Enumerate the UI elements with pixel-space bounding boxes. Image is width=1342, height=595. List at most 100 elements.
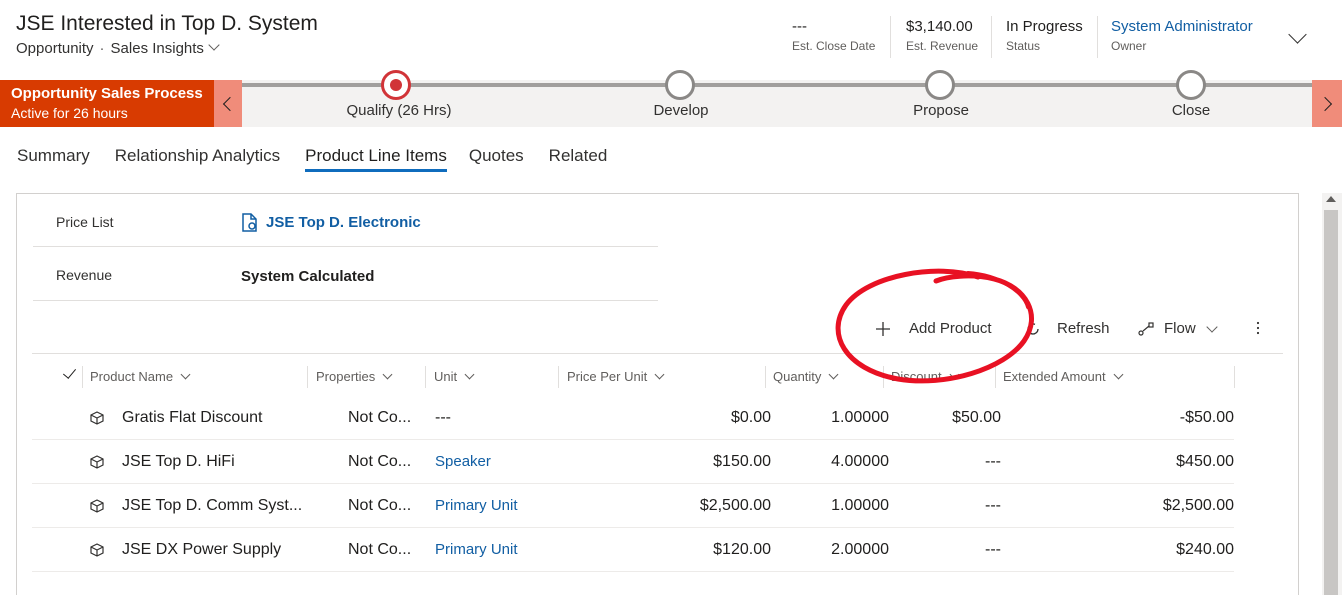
chevron-down-icon xyxy=(208,39,220,51)
tab-related[interactable]: Related xyxy=(549,146,608,172)
est-revenue-field: $3,140.00 Est. Revenue xyxy=(906,18,978,53)
table-row[interactable]: JSE Top D. Comm Syst... Not Co... Primary … xyxy=(32,484,1234,528)
product-name-cell[interactable]: JSE Top D. Comm Syst... xyxy=(122,497,302,515)
product-name-cell[interactable]: Gratis Flat Discount xyxy=(122,409,262,427)
stage-label-close[interactable]: Close xyxy=(1172,102,1210,119)
product-name-cell[interactable]: JSE Top D. HiFi xyxy=(122,453,235,471)
stage-node-qualify[interactable] xyxy=(381,70,411,100)
unit-cell[interactable]: Speaker xyxy=(435,453,491,470)
table-row[interactable]: JSE DX Power Supply Not Co... Primary Unit… xyxy=(32,528,1234,572)
unit-cell: --- xyxy=(435,409,451,426)
product-name-cell[interactable]: JSE DX Power Supply xyxy=(122,541,281,559)
process-name: Opportunity Sales Process xyxy=(11,85,203,102)
business-process-bar: Opportunity Sales Process Active for 26 … xyxy=(0,70,1342,127)
table-row[interactable]: JSE Top D. HiFi Not Co... Speaker $150.00 4.… xyxy=(32,440,1234,484)
process-flyout[interactable]: Opportunity Sales Process Active for 26 … xyxy=(0,80,214,127)
tab-product-line-items[interactable]: Product Line Items xyxy=(305,146,447,172)
refresh-label: Refresh xyxy=(1057,320,1110,337)
tab-summary[interactable]: Summary xyxy=(17,146,90,172)
properties-cell: Not Co... xyxy=(348,409,412,426)
stage-node-close[interactable] xyxy=(1176,70,1206,100)
process-prev-button[interactable] xyxy=(214,80,242,127)
column-label: Extended Amount xyxy=(1003,369,1106,384)
stage-label-propose[interactable]: Propose xyxy=(913,102,969,119)
stage-label-develop[interactable]: Develop xyxy=(653,102,708,119)
flow-button[interactable]: Flow xyxy=(1138,320,1220,337)
discount-cell: --- xyxy=(985,541,1001,558)
column-separator xyxy=(307,366,308,388)
product-cube-icon xyxy=(90,499,104,513)
record-header: JSE Interested in Top D. System Opportun… xyxy=(0,0,1342,80)
form-selector[interactable]: Sales Insights xyxy=(110,39,222,57)
revenue-row: Revenue System Calculated xyxy=(33,248,658,301)
price-list-label: Price List xyxy=(56,214,114,230)
chevron-down-icon xyxy=(382,369,393,380)
tab-relationship-analytics[interactable]: Relationship Analytics xyxy=(115,146,280,172)
est-close-date-label: Est. Close Date xyxy=(792,39,876,53)
select-all-checkmark-icon[interactable] xyxy=(62,365,77,379)
owner-link[interactable]: System Administrator xyxy=(1111,18,1253,35)
status-label: Status xyxy=(1006,39,1041,53)
price-list-link[interactable]: JSE Top D. Electronic xyxy=(241,213,421,232)
stage-node-develop[interactable] xyxy=(665,70,695,100)
est-close-date-value: --- xyxy=(792,18,807,35)
chevron-down-icon xyxy=(1206,320,1218,333)
revenue-value[interactable]: System Calculated xyxy=(241,268,374,285)
record-subtitle: Opportunity · Sales Insights xyxy=(16,39,222,57)
process-next-button[interactable] xyxy=(1312,80,1342,127)
est-revenue-value: $3,140.00 xyxy=(906,18,973,35)
est-revenue-label: Est. Revenue xyxy=(906,39,979,53)
refresh-button[interactable]: Refresh xyxy=(1025,320,1110,337)
quantity-cell: 4.00000 xyxy=(831,453,889,470)
product-cube-icon xyxy=(90,543,104,557)
column-separator xyxy=(995,366,996,388)
column-separator xyxy=(82,366,83,388)
owner-field: System Administrator Owner xyxy=(1111,18,1253,53)
column-header-extended-amount[interactable]: Extended Amount xyxy=(1003,369,1124,384)
divider xyxy=(890,16,891,58)
column-header-product-name[interactable]: Product Name xyxy=(90,369,191,384)
column-label: Properties xyxy=(316,369,376,384)
column-header-price-per-unit[interactable]: Price Per Unit xyxy=(567,369,665,384)
column-header-discount[interactable]: Discount xyxy=(891,369,960,384)
extended-amount-cell: $240.00 xyxy=(1176,541,1234,558)
discount-cell: $50.00 xyxy=(952,409,1001,426)
column-label: Price Per Unit xyxy=(567,369,648,384)
extended-amount-cell: $2,500.00 xyxy=(1162,497,1234,514)
document-icon xyxy=(242,213,257,232)
scroll-up-arrow-icon[interactable] xyxy=(1326,196,1336,202)
entity-name: Opportunity xyxy=(16,40,94,57)
flow-label: Flow xyxy=(1164,320,1196,337)
tab-quotes[interactable]: Quotes xyxy=(469,146,524,172)
chevron-down-icon xyxy=(464,369,475,380)
more-commands-button[interactable] xyxy=(1255,320,1261,336)
discount-cell: --- xyxy=(985,497,1001,514)
column-header-unit[interactable]: Unit xyxy=(434,369,475,384)
chevron-down-icon xyxy=(949,369,960,380)
est-close-date-field: --- Est. Close Date xyxy=(792,18,875,53)
revenue-label: Revenue xyxy=(56,267,113,283)
table-row[interactable]: Gratis Flat Discount Not Co... --- $0.00 1.0… xyxy=(32,396,1234,440)
chevron-down-icon xyxy=(654,369,665,380)
product-cube-icon xyxy=(90,455,104,469)
column-label: Product Name xyxy=(90,369,174,384)
record-title: JSE Interested in Top D. System xyxy=(16,12,318,35)
add-product-button[interactable]: Add Product xyxy=(875,320,992,337)
chevron-down-icon xyxy=(828,369,839,380)
stage-node-propose[interactable] xyxy=(925,70,955,100)
expand-header-chevron-icon[interactable] xyxy=(1288,25,1307,44)
chevron-right-icon xyxy=(1317,96,1333,111)
stage-label-qualify[interactable]: Qualify (26 Hrs) xyxy=(346,102,451,119)
column-header-quantity[interactable]: Quantity xyxy=(773,369,839,384)
separator-dot: · xyxy=(99,40,105,57)
price-list-value: JSE Top D. Electronic xyxy=(266,214,421,231)
status-value: In Progress xyxy=(1006,18,1083,35)
unit-cell[interactable]: Primary Unit xyxy=(435,541,518,558)
form-name: Sales Insights xyxy=(110,40,204,57)
scrollbar-thumb[interactable] xyxy=(1324,210,1338,595)
column-header-properties[interactable]: Properties xyxy=(316,369,393,384)
process-status: Active for 26 hours xyxy=(11,105,128,121)
unit-cell[interactable]: Primary Unit xyxy=(435,497,518,514)
column-separator xyxy=(425,366,426,388)
quantity-cell: 2.00000 xyxy=(831,541,889,558)
